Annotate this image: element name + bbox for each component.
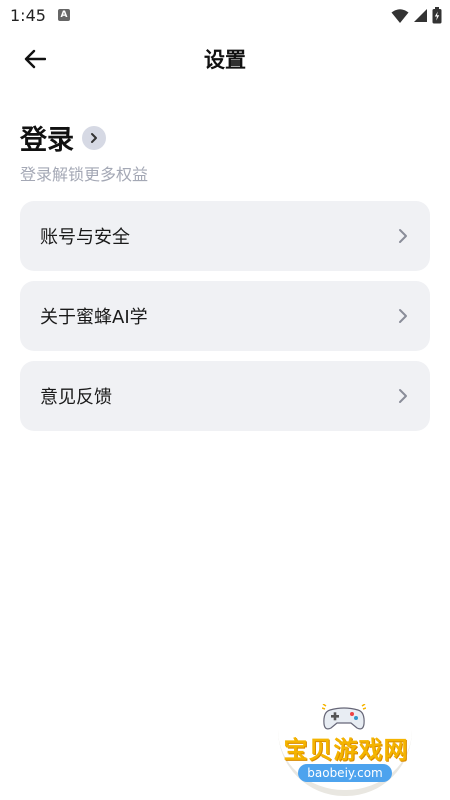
battery-icon bbox=[432, 7, 442, 24]
menu-item-account-security[interactable]: 账号与安全 bbox=[20, 201, 430, 271]
watermark-title: 宝贝游戏网 bbox=[283, 736, 409, 764]
login-chevron-icon bbox=[82, 125, 106, 150]
page-title: 设置 bbox=[204, 48, 246, 72]
chevron-right-icon bbox=[399, 309, 407, 323]
watermark-logo: 宝贝游戏网 baobeiy.com bbox=[270, 700, 420, 798]
menu-item-feedback[interactable]: 意见反馈 bbox=[20, 361, 430, 431]
app-bar: 设置 bbox=[0, 32, 450, 86]
status-icons bbox=[391, 7, 442, 24]
watermark-url: baobeiy.com bbox=[298, 764, 392, 782]
login-section: 登录 登录解锁更多权益 bbox=[20, 118, 430, 184]
login-subtitle: 登录解锁更多权益 bbox=[20, 165, 149, 184]
settings-menu: 账号与安全 关于蜜蜂AI学 意见反馈 bbox=[20, 201, 430, 441]
menu-item-label: 关于蜜蜂AI学 bbox=[40, 307, 148, 328]
menu-item-about[interactable]: 关于蜜蜂AI学 bbox=[20, 281, 430, 351]
menu-item-label: 账号与安全 bbox=[40, 227, 130, 248]
chevron-right-icon bbox=[399, 389, 407, 403]
login-title: 登录 bbox=[20, 125, 74, 156]
menu-item-label: 意见反馈 bbox=[40, 387, 112, 408]
chevron-right-icon bbox=[399, 229, 407, 243]
cellular-signal-icon bbox=[414, 9, 427, 22]
status-bar: 1:45 A bbox=[0, 0, 450, 32]
gamepad-icon bbox=[322, 704, 366, 730]
notification-icon: A bbox=[58, 9, 70, 21]
login-link[interactable]: 登录 bbox=[20, 118, 430, 157]
status-time: 1:45 bbox=[10, 6, 46, 25]
wifi-icon bbox=[391, 8, 409, 23]
